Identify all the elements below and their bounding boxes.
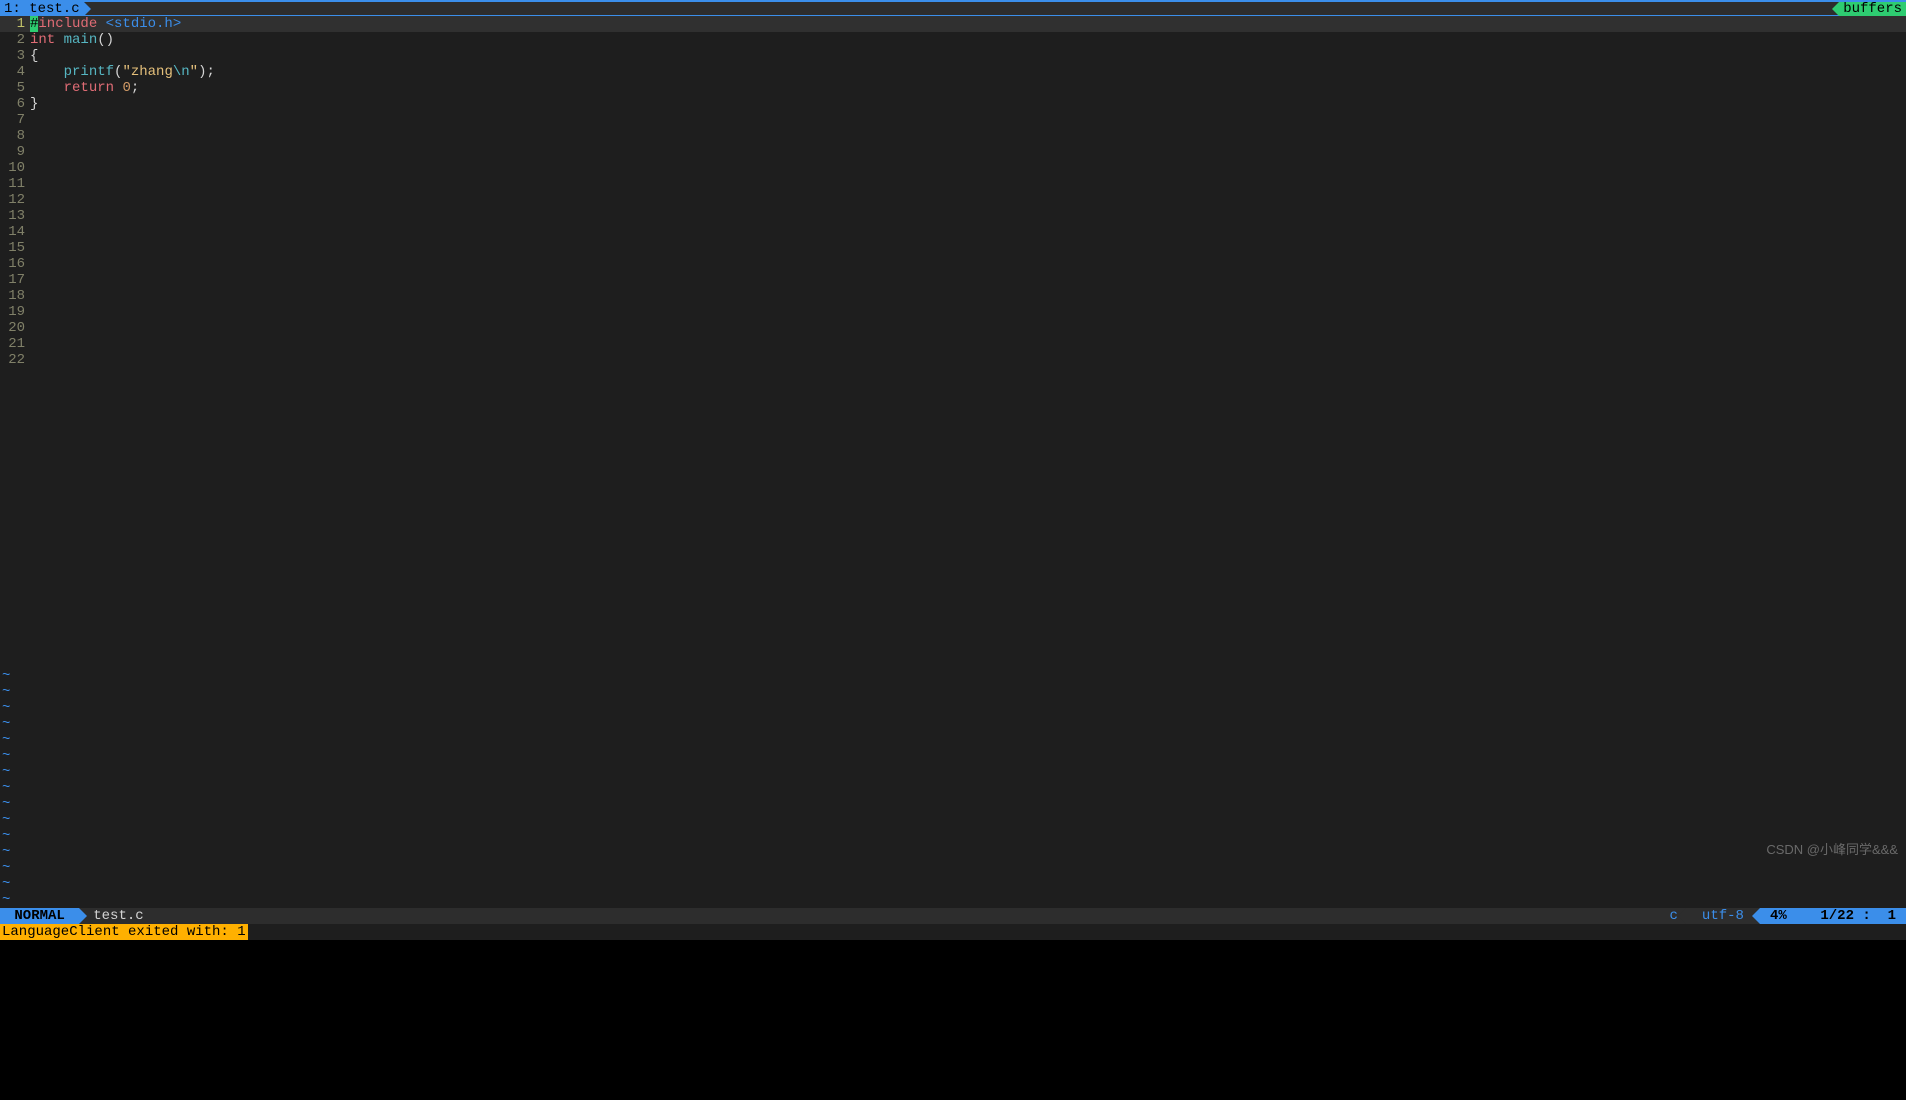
tilde-line: ~	[0, 844, 1906, 860]
line-number: 10	[0, 160, 30, 176]
editor-area[interactable]: 1#include <stdio.h>2int main()3{4 printf…	[0, 16, 1906, 668]
line-number: 9	[0, 144, 30, 160]
line-content[interactable]: #include <stdio.h>	[30, 16, 1906, 32]
code-line[interactable]: 2int main()	[0, 32, 1906, 48]
code-line[interactable]: 5 return 0;	[0, 80, 1906, 96]
tilde-line: ~	[0, 716, 1906, 732]
line-number: 12	[0, 192, 30, 208]
status-line: NORMAL test.c c utf-8 4% 1/22 : 1	[0, 908, 1906, 924]
vim-mode: NORMAL	[0, 908, 79, 924]
code-line[interactable]: 11	[0, 176, 1906, 192]
code-line[interactable]: 13	[0, 208, 1906, 224]
line-content[interactable]: int main()	[30, 32, 1906, 48]
line-content[interactable]	[30, 176, 1906, 192]
tilde-line: ~	[0, 764, 1906, 780]
code-line[interactable]: 19	[0, 304, 1906, 320]
tilde-line: ~	[0, 828, 1906, 844]
line-content[interactable]: printf("zhang\n");	[30, 64, 1906, 80]
code-line[interactable]: 15	[0, 240, 1906, 256]
line-number: 14	[0, 224, 30, 240]
line-number: 6	[0, 96, 30, 112]
tilde-line: ~	[0, 860, 1906, 876]
code-line[interactable]: 9	[0, 144, 1906, 160]
tilde-line: ~	[0, 796, 1906, 812]
line-number: 18	[0, 288, 30, 304]
line-content[interactable]	[30, 112, 1906, 128]
tilde-line: ~	[0, 892, 1906, 908]
code-line[interactable]: 17	[0, 272, 1906, 288]
code-line[interactable]: 10	[0, 160, 1906, 176]
code-line[interactable]: 3{	[0, 48, 1906, 64]
line-content[interactable]	[30, 128, 1906, 144]
line-number: 3	[0, 48, 30, 64]
line-content[interactable]	[30, 320, 1906, 336]
line-number: 4	[0, 64, 30, 80]
status-filename: test.c	[79, 908, 153, 924]
tilde-line: ~	[0, 748, 1906, 764]
buffer-tab[interactable]: 1: test.c	[0, 2, 84, 16]
line-content[interactable]: }	[30, 96, 1906, 112]
line-content[interactable]	[30, 304, 1906, 320]
code-line[interactable]: 22	[0, 352, 1906, 368]
line-content[interactable]: {	[30, 48, 1906, 64]
tilde-line: ~	[0, 668, 1906, 684]
line-number: 15	[0, 240, 30, 256]
code-line[interactable]: 6}	[0, 96, 1906, 112]
watermark: CSDN @小峰同学&&&	[1766, 839, 1898, 858]
line-number: 11	[0, 176, 30, 192]
line-number: 19	[0, 304, 30, 320]
code-line[interactable]: 21	[0, 336, 1906, 352]
tilde-line: ~	[0, 732, 1906, 748]
line-number: 21	[0, 336, 30, 352]
bottom-fill	[0, 940, 1906, 1100]
line-number: 22	[0, 352, 30, 368]
tab-bar: 1: test.c buffers	[0, 0, 1906, 16]
code-line[interactable]: 14	[0, 224, 1906, 240]
line-number: 7	[0, 112, 30, 128]
tilde-line: ~	[0, 684, 1906, 700]
line-number: 13	[0, 208, 30, 224]
line-content[interactable]	[30, 352, 1906, 368]
line-content[interactable]	[30, 240, 1906, 256]
status-encoding: utf-8	[1686, 908, 1760, 924]
tilde-line: ~	[0, 876, 1906, 892]
command-line[interactable]: LanguageClient exited with: 1	[0, 924, 1906, 940]
tilde-line: ~	[0, 700, 1906, 716]
code-line[interactable]: 8	[0, 128, 1906, 144]
line-content[interactable]	[30, 288, 1906, 304]
line-number: 1	[0, 16, 30, 32]
line-content[interactable]	[30, 336, 1906, 352]
warning-message: LanguageClient exited with: 1	[0, 924, 248, 940]
line-content[interactable]	[30, 144, 1906, 160]
code-line[interactable]: 1#include <stdio.h>	[0, 16, 1906, 32]
code-line[interactable]: 7	[0, 112, 1906, 128]
line-number: 16	[0, 256, 30, 272]
line-content[interactable]	[30, 256, 1906, 272]
empty-lines: ~~~~~~~~~~~~~~~	[0, 668, 1906, 908]
code-line[interactable]: 18	[0, 288, 1906, 304]
line-content[interactable]: return 0;	[30, 80, 1906, 96]
code-line[interactable]: 20	[0, 320, 1906, 336]
line-content[interactable]	[30, 192, 1906, 208]
code-line[interactable]: 16	[0, 256, 1906, 272]
tilde-line: ~	[0, 780, 1906, 796]
code-line[interactable]: 4 printf("zhang\n");	[0, 64, 1906, 80]
line-number: 17	[0, 272, 30, 288]
code-line[interactable]: 12	[0, 192, 1906, 208]
line-number: 8	[0, 128, 30, 144]
line-content[interactable]	[30, 160, 1906, 176]
line-number: 20	[0, 320, 30, 336]
line-content[interactable]	[30, 208, 1906, 224]
line-content[interactable]	[30, 272, 1906, 288]
status-position: 4% 1/22 : 1	[1760, 908, 1906, 924]
buffers-indicator[interactable]: buffers	[1839, 2, 1906, 16]
line-number: 5	[0, 80, 30, 96]
line-content[interactable]	[30, 224, 1906, 240]
line-number: 2	[0, 32, 30, 48]
tilde-line: ~	[0, 812, 1906, 828]
